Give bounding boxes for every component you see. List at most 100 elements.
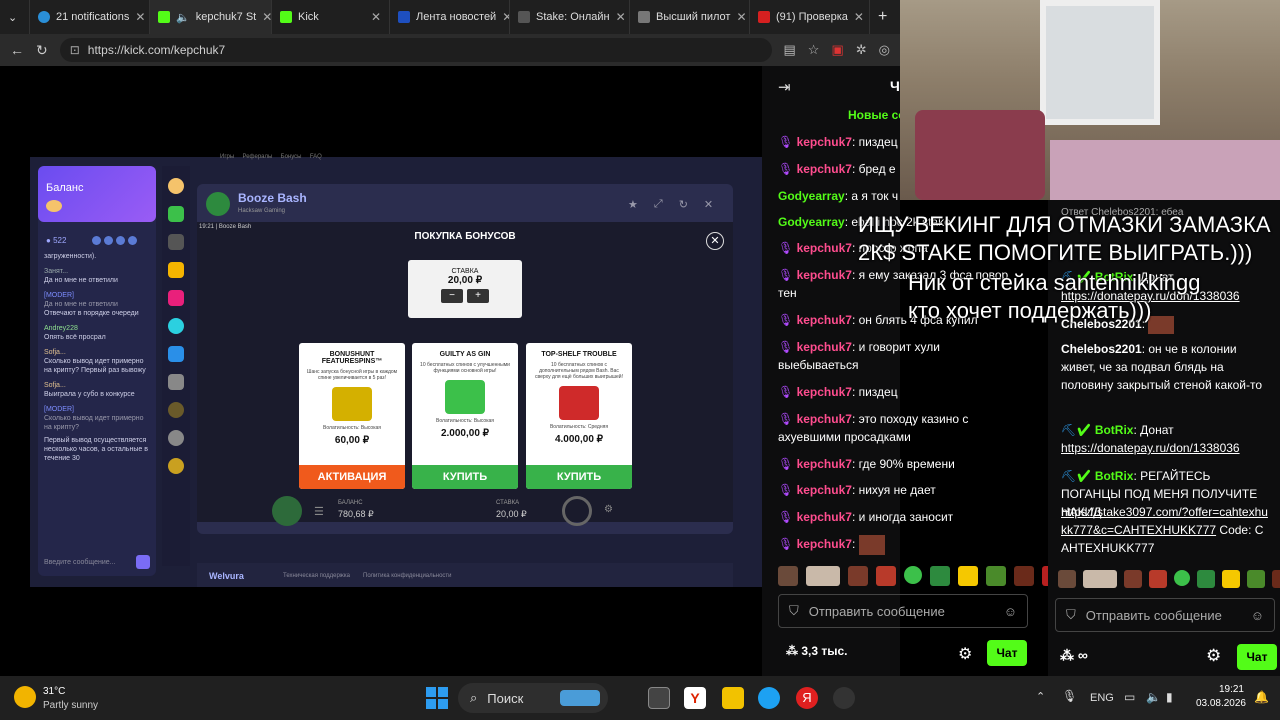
donate-link[interactable]: https://donatepay.ru/don/1338036: [1061, 439, 1271, 457]
balance-card[interactable]: Баланс: [38, 166, 156, 222]
slot-icon[interactable]: [168, 374, 184, 390]
emote-icon[interactable]: [1222, 570, 1240, 588]
tab-news[interactable]: Лента новостей ✕: [390, 0, 510, 34]
mail-icon[interactable]: [116, 236, 125, 245]
emote-icon[interactable]: [1272, 570, 1280, 588]
spin-button[interactable]: [562, 496, 592, 526]
plus-button[interactable]: +: [467, 289, 489, 303]
emote-icon[interactable]: [1197, 570, 1215, 588]
crown-icon[interactable]: [168, 262, 184, 278]
collapse-chat-icon[interactable]: ⇥: [778, 78, 791, 96]
emote-icon[interactable]: [958, 566, 978, 586]
url-field[interactable]: ⊡ https://kick.com/kepchuk7: [59, 38, 772, 62]
obs-icon[interactable]: [833, 687, 855, 709]
side-chat-input[interactable]: Введите сообщение...: [44, 554, 150, 570]
close-icon[interactable]: ✕: [704, 198, 713, 211]
star-icon[interactable]: ☆: [808, 42, 820, 58]
autoplay-button[interactable]: [272, 496, 302, 526]
speaker-icon[interactable]: 🔈: [176, 11, 190, 24]
site-info-icon[interactable]: ⊡: [70, 43, 80, 57]
chevron-up-icon[interactable]: ⌃: [1036, 690, 1045, 703]
emote-icon[interactable]: [1149, 570, 1167, 588]
weather-temp[interactable]: 31°C: [43, 686, 65, 697]
close-icon[interactable]: ✕: [371, 10, 381, 24]
profile-icon[interactable]: ◎: [879, 42, 890, 58]
cube-icon[interactable]: [168, 206, 184, 222]
tab-kick[interactable]: Kick ✕: [272, 0, 390, 34]
emote-icon[interactable]: [1083, 570, 1117, 588]
weather-desc[interactable]: Partly sunny: [43, 700, 98, 711]
chart-icon[interactable]: [168, 346, 184, 362]
yandex-icon[interactable]: Y: [684, 687, 706, 709]
close-icon[interactable]: ✕: [616, 10, 626, 24]
expand-icon[interactable]: ⤢: [654, 198, 663, 211]
new-messages-label[interactable]: Новые со: [848, 108, 906, 122]
coin-icon[interactable]: [168, 402, 184, 418]
network-icon[interactable]: ▭: [1124, 690, 1135, 704]
chat-input[interactable]: ⛉ Отправить сообщение ☺: [1055, 598, 1275, 632]
language-indicator[interactable]: ENG: [1090, 692, 1114, 704]
emote-icon[interactable]: [848, 566, 868, 586]
emote-icon[interactable]: [1014, 566, 1034, 586]
tab-stake[interactable]: Stake: Онлайн ✕: [510, 0, 630, 34]
close-icon[interactable]: ✕: [736, 10, 746, 24]
emote-icon[interactable]: [778, 566, 798, 586]
coins-icon[interactable]: [168, 318, 184, 334]
emote-icon[interactable]: [1247, 570, 1265, 588]
folder-icon[interactable]: [722, 687, 744, 709]
close-circle-icon[interactable]: [168, 430, 184, 446]
tab-kepchuk7[interactable]: 🔈 kepchuk7 St ✕: [150, 0, 272, 34]
close-icon[interactable]: ✕: [854, 10, 864, 24]
chat-send-button[interactable]: Чат: [1237, 644, 1277, 670]
tab-youtube[interactable]: (91) Проверка ✕: [750, 0, 870, 34]
close-icon[interactable]: ✕: [135, 10, 145, 24]
star-icon[interactable]: ★: [628, 198, 638, 211]
notification-icon[interactable]: 🔔: [1254, 690, 1269, 704]
tab-pilot[interactable]: Высший пилот ✕: [630, 0, 750, 34]
gear-icon[interactable]: ⚙: [1206, 646, 1221, 666]
cookie-icon[interactable]: [168, 178, 184, 194]
gear-icon[interactable]: ⚙: [958, 644, 972, 664]
chat-input[interactable]: ⛉ Отправить сообщение ☺: [778, 594, 1028, 628]
discord-icon[interactable]: [128, 236, 137, 245]
emoji-icon[interactable]: ☺: [1251, 608, 1264, 623]
close-icon[interactable]: ✕: [502, 10, 509, 24]
settings-icon[interactable]: ⚙: [604, 504, 613, 515]
buy-button[interactable]: КУПИТЬ: [412, 465, 518, 489]
yandex-browser-icon[interactable]: Я: [796, 687, 818, 709]
extension-icon[interactable]: ▣: [831, 42, 843, 58]
hexagon-icon[interactable]: [168, 290, 184, 306]
emoji-icon[interactable]: ☺: [1004, 604, 1017, 619]
speaker-icon[interactable]: 🔈: [1146, 690, 1161, 704]
emote-icon[interactable]: [930, 566, 950, 586]
telegram-icon[interactable]: [104, 236, 113, 245]
gold-coin-icon[interactable]: [168, 458, 184, 474]
emote-icon[interactable]: [1174, 570, 1190, 586]
battery-icon[interactable]: ▮: [1166, 690, 1173, 704]
minus-button[interactable]: −: [441, 289, 463, 303]
reader-icon[interactable]: ▤: [784, 42, 796, 58]
weather-sun-icon[interactable]: [14, 686, 36, 708]
taskbar-search[interactable]: ⌕ Поиск: [458, 683, 608, 713]
emote-icon[interactable]: [904, 566, 922, 584]
back-icon[interactable]: ←: [10, 42, 24, 58]
new-tab-button[interactable]: +: [870, 0, 900, 34]
tab-list-button[interactable]: ⌄: [0, 0, 30, 34]
emote-icon[interactable]: [986, 566, 1006, 586]
buy-button[interactable]: КУПИТЬ: [526, 465, 632, 489]
emote-icon[interactable]: [806, 566, 840, 586]
activate-button[interactable]: АКТИВАЦИЯ: [299, 465, 405, 489]
chat-send-button[interactable]: Чат: [987, 640, 1027, 666]
refresh-icon[interactable]: ↻: [679, 198, 688, 211]
emote-icon[interactable]: [876, 566, 896, 586]
clock-time[interactable]: 19:21: [1214, 684, 1244, 695]
menu-icon[interactable]: ☰: [314, 505, 324, 518]
clock-date[interactable]: 03.08.2026: [1192, 698, 1246, 709]
tab-notifications[interactable]: 21 notifications ✕: [30, 0, 150, 34]
edge-icon[interactable]: [758, 687, 780, 709]
send-icon[interactable]: [136, 555, 150, 569]
puzzle-icon[interactable]: ✲: [856, 42, 867, 58]
reload-icon[interactable]: ↻: [36, 42, 48, 59]
emote-icon[interactable]: [1058, 570, 1076, 588]
task-view-icon[interactable]: [648, 687, 670, 709]
